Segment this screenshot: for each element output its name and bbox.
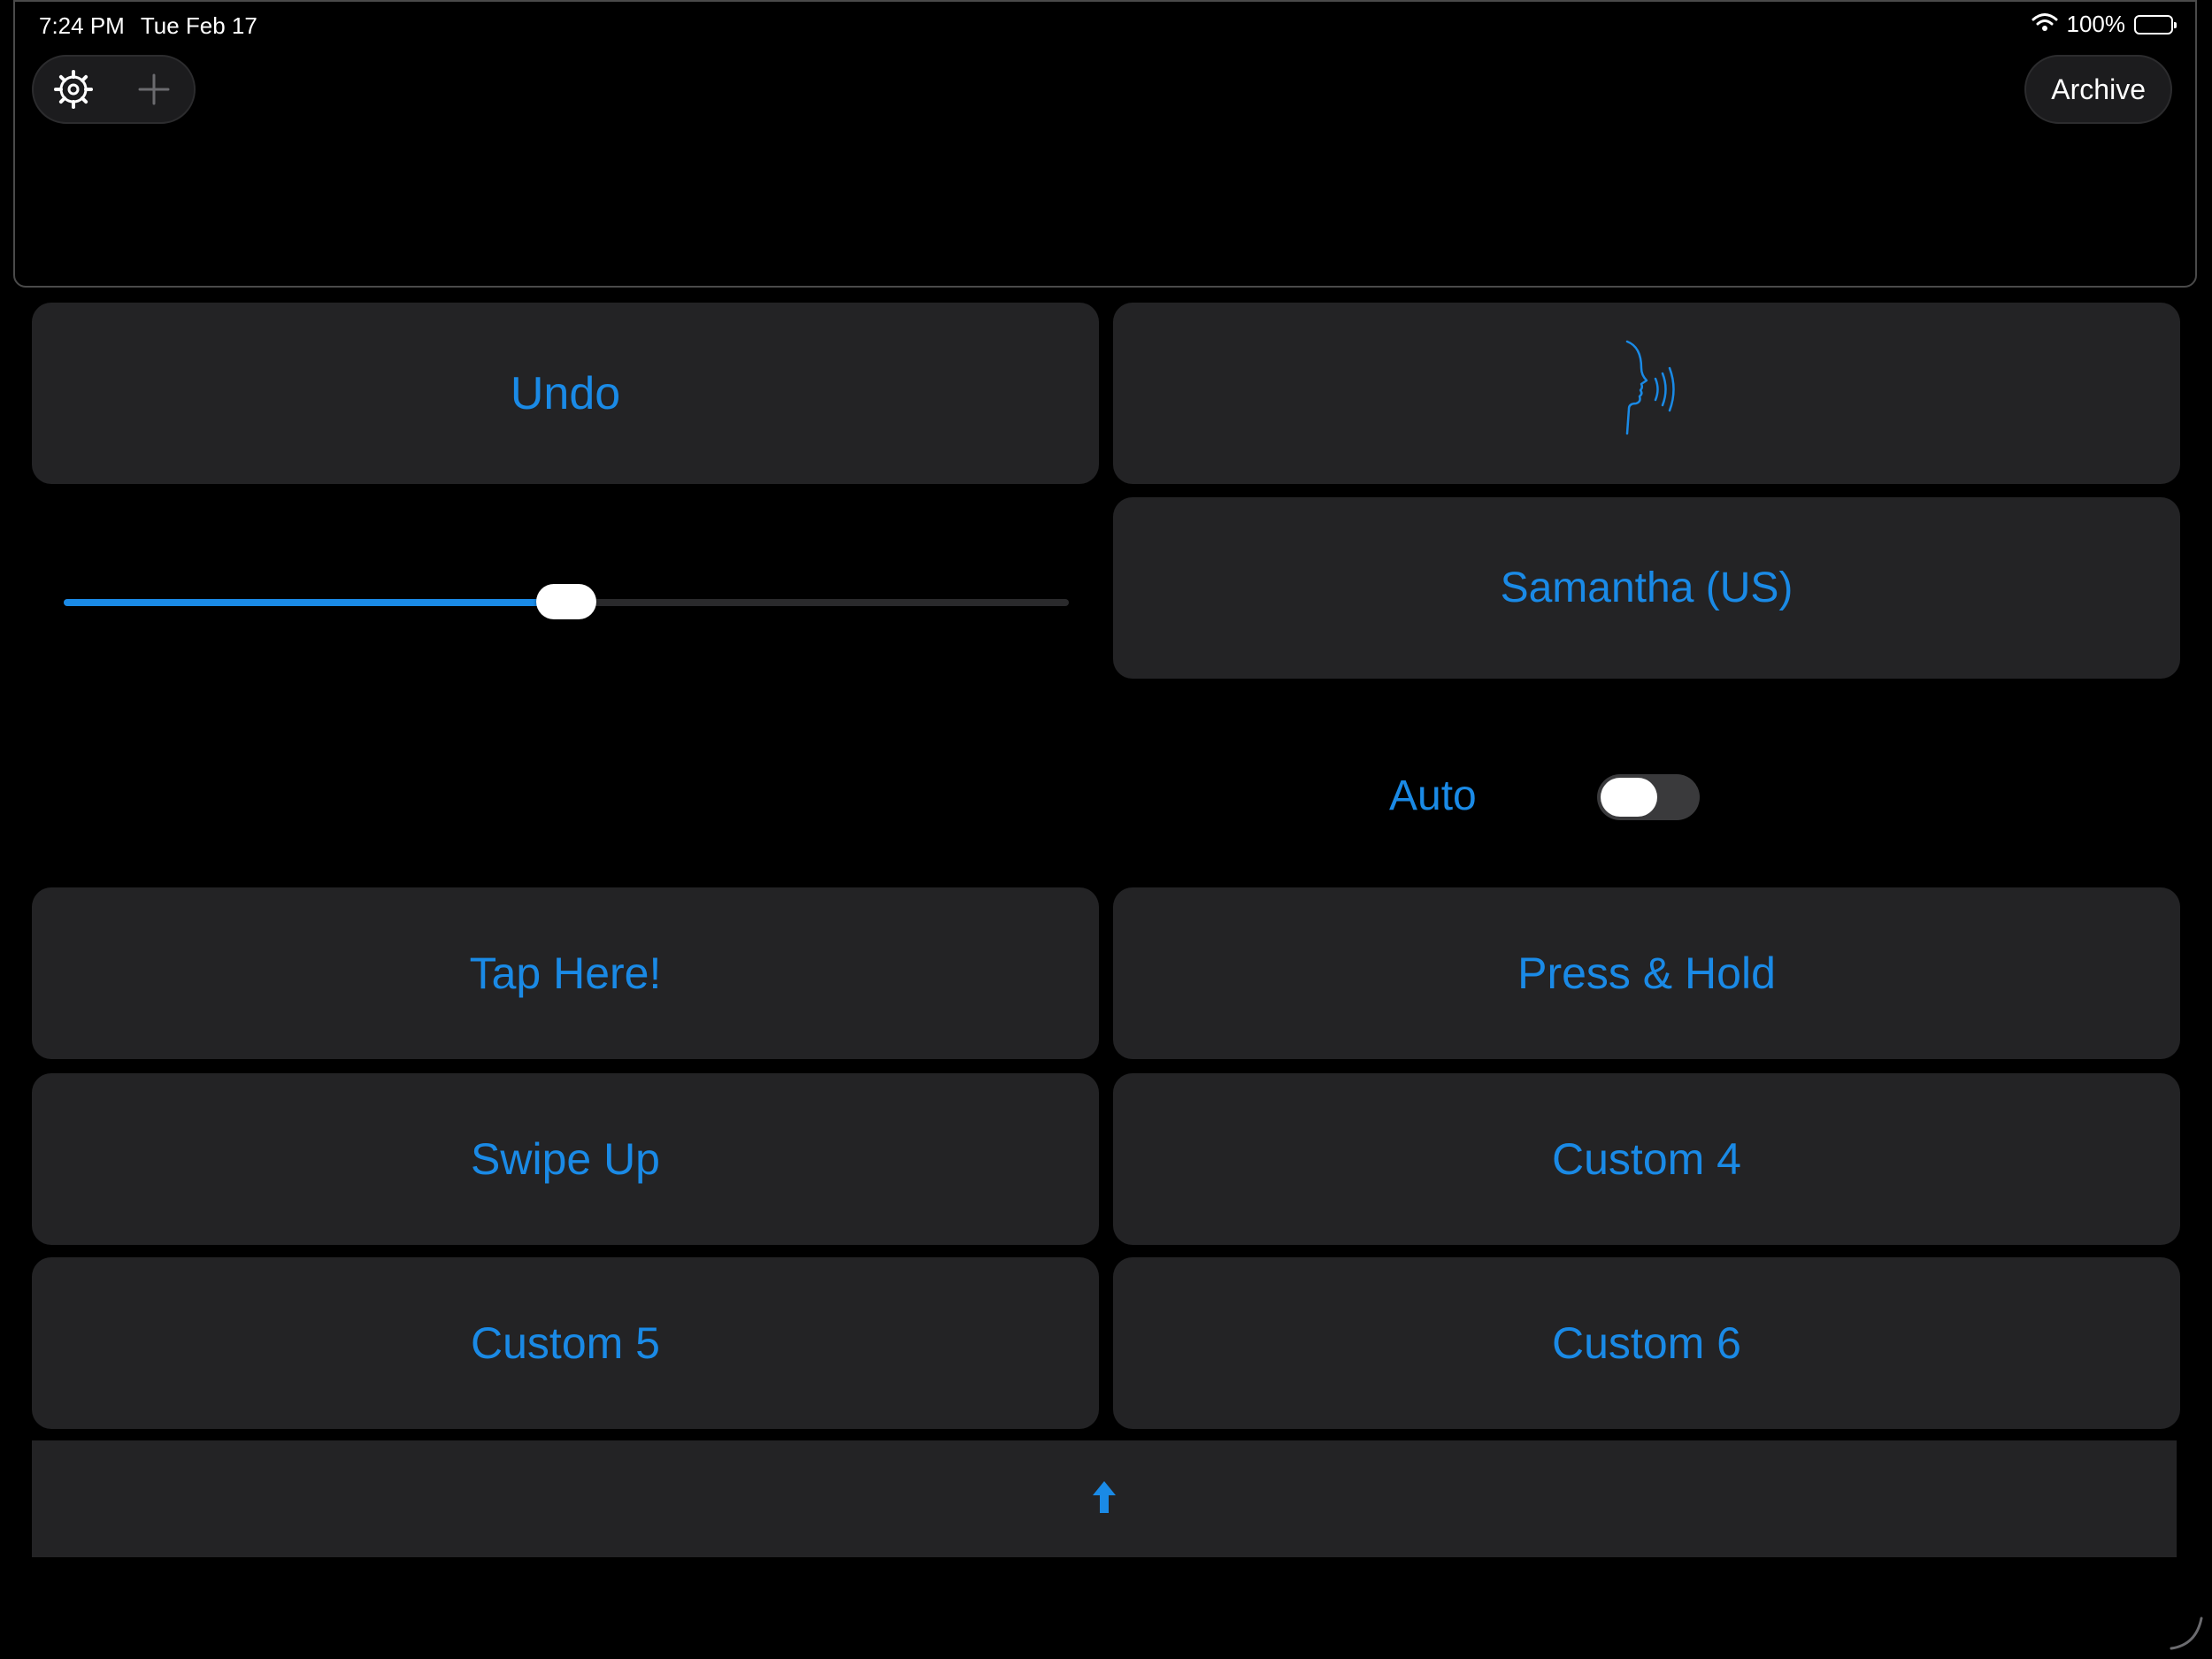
- auto-toggle[interactable]: [1597, 774, 1700, 820]
- custom-5-label: Custom 5: [471, 1318, 660, 1368]
- speak-button[interactable]: [1113, 303, 2180, 484]
- custom-4-button[interactable]: Custom 4: [1113, 1073, 2180, 1245]
- undo-label: Undo: [510, 367, 621, 419]
- scroll-up-button[interactable]: [32, 1440, 2177, 1557]
- voice-label: Samantha (US): [1500, 565, 1793, 611]
- custom-4-label: Custom 4: [1552, 1134, 1741, 1184]
- settings-gear-icon[interactable]: [51, 67, 96, 111]
- toolbar-pill: [32, 55, 196, 124]
- toggle-knob: [1601, 778, 1657, 817]
- slider-track-fill: [64, 599, 566, 606]
- tap-here-button[interactable]: Tap Here!: [32, 887, 1099, 1059]
- custom-6-button[interactable]: Custom 6: [1113, 1257, 2180, 1429]
- tap-here-label: Tap Here!: [469, 949, 662, 998]
- voice-select-button[interactable]: Samantha (US): [1113, 497, 2180, 679]
- swipe-up-label: Swipe Up: [471, 1134, 660, 1184]
- custom-6-label: Custom 6: [1552, 1318, 1741, 1368]
- press-hold-label: Press & Hold: [1517, 949, 1776, 998]
- archive-button[interactable]: Archive: [2024, 55, 2172, 124]
- auto-label: Auto: [1389, 772, 1477, 819]
- undo-button[interactable]: Undo: [32, 303, 1099, 484]
- slider-thumb[interactable]: [536, 584, 596, 619]
- up-arrow-icon: [1091, 1479, 1118, 1519]
- speaking-head-icon: [1611, 334, 1682, 452]
- plus-icon[interactable]: [132, 67, 176, 111]
- press-hold-button[interactable]: Press & Hold: [1113, 887, 2180, 1059]
- custom-5-button[interactable]: Custom 5: [32, 1257, 1099, 1429]
- text-display-area[interactable]: Archive: [13, 0, 2197, 288]
- swipe-up-button[interactable]: Swipe Up: [32, 1073, 1099, 1245]
- speech-rate-slider[interactable]: [64, 584, 1069, 619]
- resize-corner-icon: [2166, 1613, 2205, 1652]
